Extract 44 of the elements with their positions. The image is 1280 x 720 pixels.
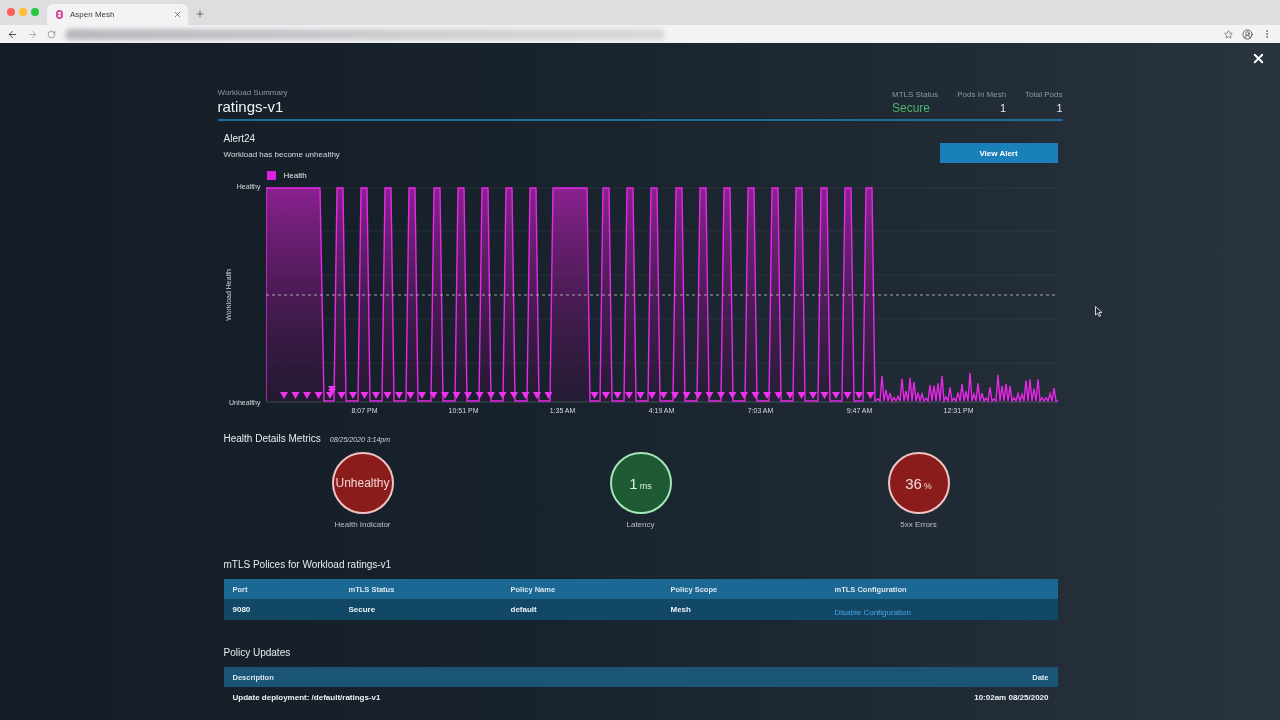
tab-title: Aspen Mesh: [70, 10, 116, 19]
table-cell-text: Secure: [348, 605, 377, 614]
table-cell-text: default: [510, 605, 538, 614]
close-window-icon[interactable]: [7, 7, 15, 16]
reload-icon[interactable]: [47, 29, 56, 39]
section-title: Policy Updates: [222, 647, 292, 659]
stat-value: Secure: [891, 100, 930, 116]
section-title: Health Details Metrics: [223, 433, 321, 445]
bookmark-star-icon[interactable]: [1224, 29, 1233, 39]
back-icon[interactable]: [7, 28, 18, 40]
maximize-window-icon[interactable]: [31, 7, 39, 16]
workload-name: ratings-v1: [217, 98, 285, 116]
stat-label: MTLS Status: [891, 90, 939, 100]
alert-title: Alert24: [223, 133, 257, 145]
stat-label: Pods In Mesh: [957, 90, 1007, 100]
section-title: mTLS Polices for Workload ratings-v1: [222, 559, 393, 571]
legend-swatch-icon: [266, 171, 276, 180]
metric-label: Health Indicator: [334, 520, 391, 530]
close-tab-icon[interactable]: [173, 10, 182, 19]
metric-label: 5xx Errors: [900, 520, 937, 530]
metric-value: Unhealthy: [335, 476, 390, 490]
forward-icon[interactable]: [27, 28, 38, 40]
metric-label: Latency: [626, 520, 655, 530]
view-alert-button[interactable]: View Alert: [939, 143, 1058, 163]
stat-value: 1: [1000, 101, 1007, 116]
table-cell-text: Mesh: [670, 605, 692, 614]
stat-label: Total Pods: [1025, 90, 1063, 100]
profile-icon[interactable]: [1242, 28, 1253, 40]
close-icon[interactable]: [1251, 51, 1266, 66]
metric-value: 1 ms: [629, 474, 652, 492]
alert-message: Workload has become unhealthy: [223, 150, 340, 160]
new-tab-icon[interactable]: [195, 9, 205, 19]
summary-label: Workload Summary: [217, 88, 288, 98]
url-field[interactable]: [65, 28, 665, 40]
logo-icon: [55, 10, 64, 19]
legend-label: Health: [283, 171, 307, 180]
table-cell: 10:02am 08/25/2020: [974, 692, 1049, 702]
browser-tab[interactable]: Aspen Mesh: [47, 4, 188, 25]
stat-value: 1: [1056, 101, 1063, 116]
disable-configuration-link[interactable]: Disable Configuration: [834, 607, 911, 617]
table-cell-text: 9080: [232, 605, 252, 614]
metric-value: 36%: [905, 474, 932, 492]
table-cell: Update deployment: /default/ratings-v1: [232, 692, 381, 702]
mouse-pointer-icon: [1095, 306, 1103, 317]
